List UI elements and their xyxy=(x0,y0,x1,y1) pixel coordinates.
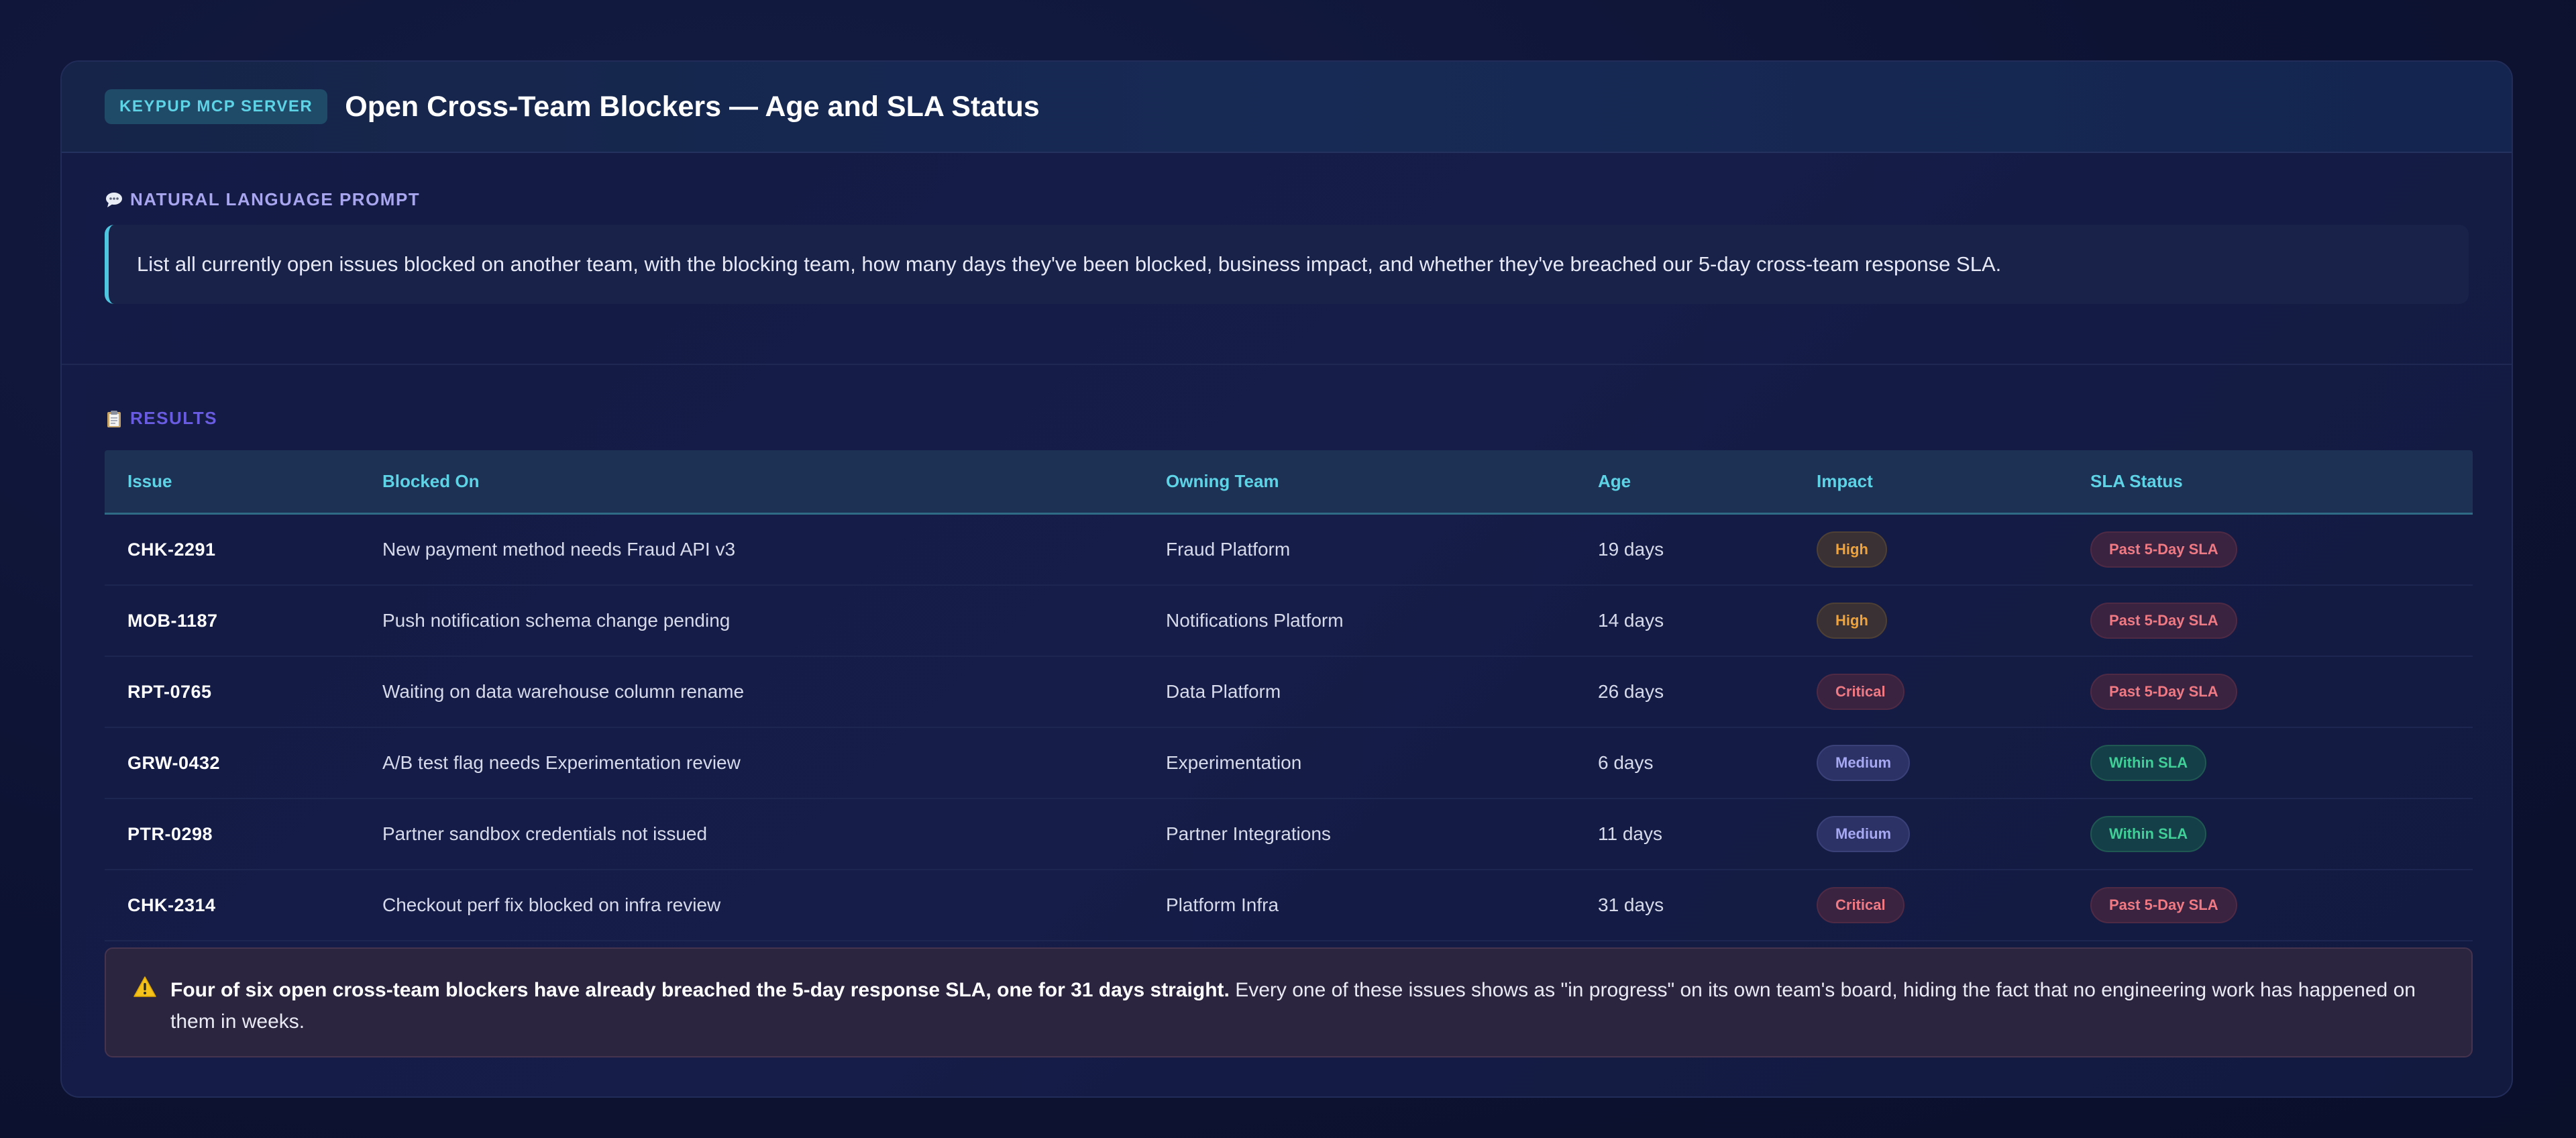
owning-team: Partner Integrations xyxy=(1166,823,1331,844)
owning-team: Platform Infra xyxy=(1166,894,1279,915)
blocked-on: Checkout perf fix blocked on infra revie… xyxy=(382,894,721,915)
sla-status-badge: Past 5-Day SLA xyxy=(2090,531,2237,568)
server-badge: KEYPUP MCP SERVER xyxy=(105,89,328,124)
warning-icon xyxy=(133,976,157,998)
age: 6 days xyxy=(1598,752,1654,773)
alert-strong-text: Four of six open cross-team blockers hav… xyxy=(170,979,1230,1001)
sla-status-badge: Past 5-Day SLA xyxy=(2090,603,2237,639)
results-table: Issue Blocked On Owning Team Age Impact … xyxy=(105,450,2473,941)
blocked-on: Partner sandbox credentials not issued xyxy=(382,823,708,844)
results-section: RESULTS Issue Blocked On Owning Team Age… xyxy=(62,365,2512,941)
table-row: GRW-0432 A/B test flag needs Experimenta… xyxy=(105,728,2473,799)
table-row: CHK-2314 Checkout perf fix blocked on in… xyxy=(105,870,2473,941)
age: 14 days xyxy=(1598,610,1664,631)
results-label: RESULTS xyxy=(105,408,2469,429)
blocked-on: New payment method needs Fraud API v3 xyxy=(382,539,736,560)
table-row: PTR-0298 Partner sandbox credentials not… xyxy=(105,799,2473,870)
impact-badge: Medium xyxy=(1817,745,1911,781)
issue-id: CHK-2314 xyxy=(127,894,216,915)
table-row: CHK-2291 New payment method needs Fraud … xyxy=(105,515,2473,586)
results-card: KEYPUP MCP SERVER Open Cross-Team Blocke… xyxy=(60,60,2513,1098)
alert-message: Four of six open cross-team blockers hav… xyxy=(170,974,2442,1037)
prompt-label-text: NATURAL LANGUAGE PROMPT xyxy=(130,189,421,209)
issue-id: RPT-0765 xyxy=(127,681,212,702)
column-header-sla-status: SLA Status xyxy=(2090,471,2183,491)
impact-badge: High xyxy=(1817,531,1887,568)
blocked-on: Waiting on data warehouse column rename xyxy=(382,681,745,702)
prompt-box: List all currently open issues blocked o… xyxy=(105,225,2469,304)
sla-status-badge: Within SLA xyxy=(2090,745,2207,781)
impact-badge: Critical xyxy=(1817,887,1904,923)
sla-status-badge: Within SLA xyxy=(2090,816,2207,852)
owning-team: Data Platform xyxy=(1166,681,1281,702)
prompt-text: List all currently open issues blocked o… xyxy=(137,252,2002,276)
blocked-on: A/B test flag needs Experimentation revi… xyxy=(382,752,741,773)
card-header: KEYPUP MCP SERVER Open Cross-Team Blocke… xyxy=(62,62,2512,153)
table-row: MOB-1187 Push notification schema change… xyxy=(105,586,2473,657)
table-row: RPT-0765 Waiting on data warehouse colum… xyxy=(105,657,2473,728)
impact-badge: High xyxy=(1817,603,1887,639)
table-header: Issue Blocked On Owning Team Age Impact … xyxy=(105,450,2473,515)
column-header-impact: Impact xyxy=(1817,471,1873,491)
owning-team: Fraud Platform xyxy=(1166,539,1291,560)
age: 19 days xyxy=(1598,539,1664,560)
impact-badge: Critical xyxy=(1817,674,1904,710)
age: 31 days xyxy=(1598,894,1664,915)
page-title: Open Cross-Team Blockers — Age and SLA S… xyxy=(345,90,1040,123)
sla-alert-box: Four of six open cross-team blockers hav… xyxy=(105,947,2473,1057)
sla-status-badge: Past 5-Day SLA xyxy=(2090,674,2237,710)
age: 11 days xyxy=(1598,823,1662,844)
impact-badge: Medium xyxy=(1817,816,1911,852)
column-header-age: Age xyxy=(1598,471,1631,491)
blocked-on: Push notification schema change pending xyxy=(382,610,731,631)
speech-bubble-icon xyxy=(105,191,123,209)
column-header-issue: Issue xyxy=(127,471,172,491)
results-label-text: RESULTS xyxy=(130,408,217,428)
owning-team: Experimentation xyxy=(1166,752,1302,773)
sla-status-badge: Past 5-Day SLA xyxy=(2090,887,2237,923)
column-header-blocked-on: Blocked On xyxy=(382,471,480,491)
column-header-owning-team: Owning Team xyxy=(1166,471,1279,491)
prompt-label: NATURAL LANGUAGE PROMPT xyxy=(105,189,2469,210)
clipboard-icon xyxy=(105,409,123,428)
issue-id: GRW-0432 xyxy=(127,752,221,773)
owning-team: Notifications Platform xyxy=(1166,610,1344,631)
issue-id: MOB-1187 xyxy=(127,610,218,631)
age: 26 days xyxy=(1598,681,1664,702)
issue-id: PTR-0298 xyxy=(127,823,213,844)
issue-id: CHK-2291 xyxy=(127,539,216,560)
prompt-section: NATURAL LANGUAGE PROMPT List all current… xyxy=(62,153,2512,365)
